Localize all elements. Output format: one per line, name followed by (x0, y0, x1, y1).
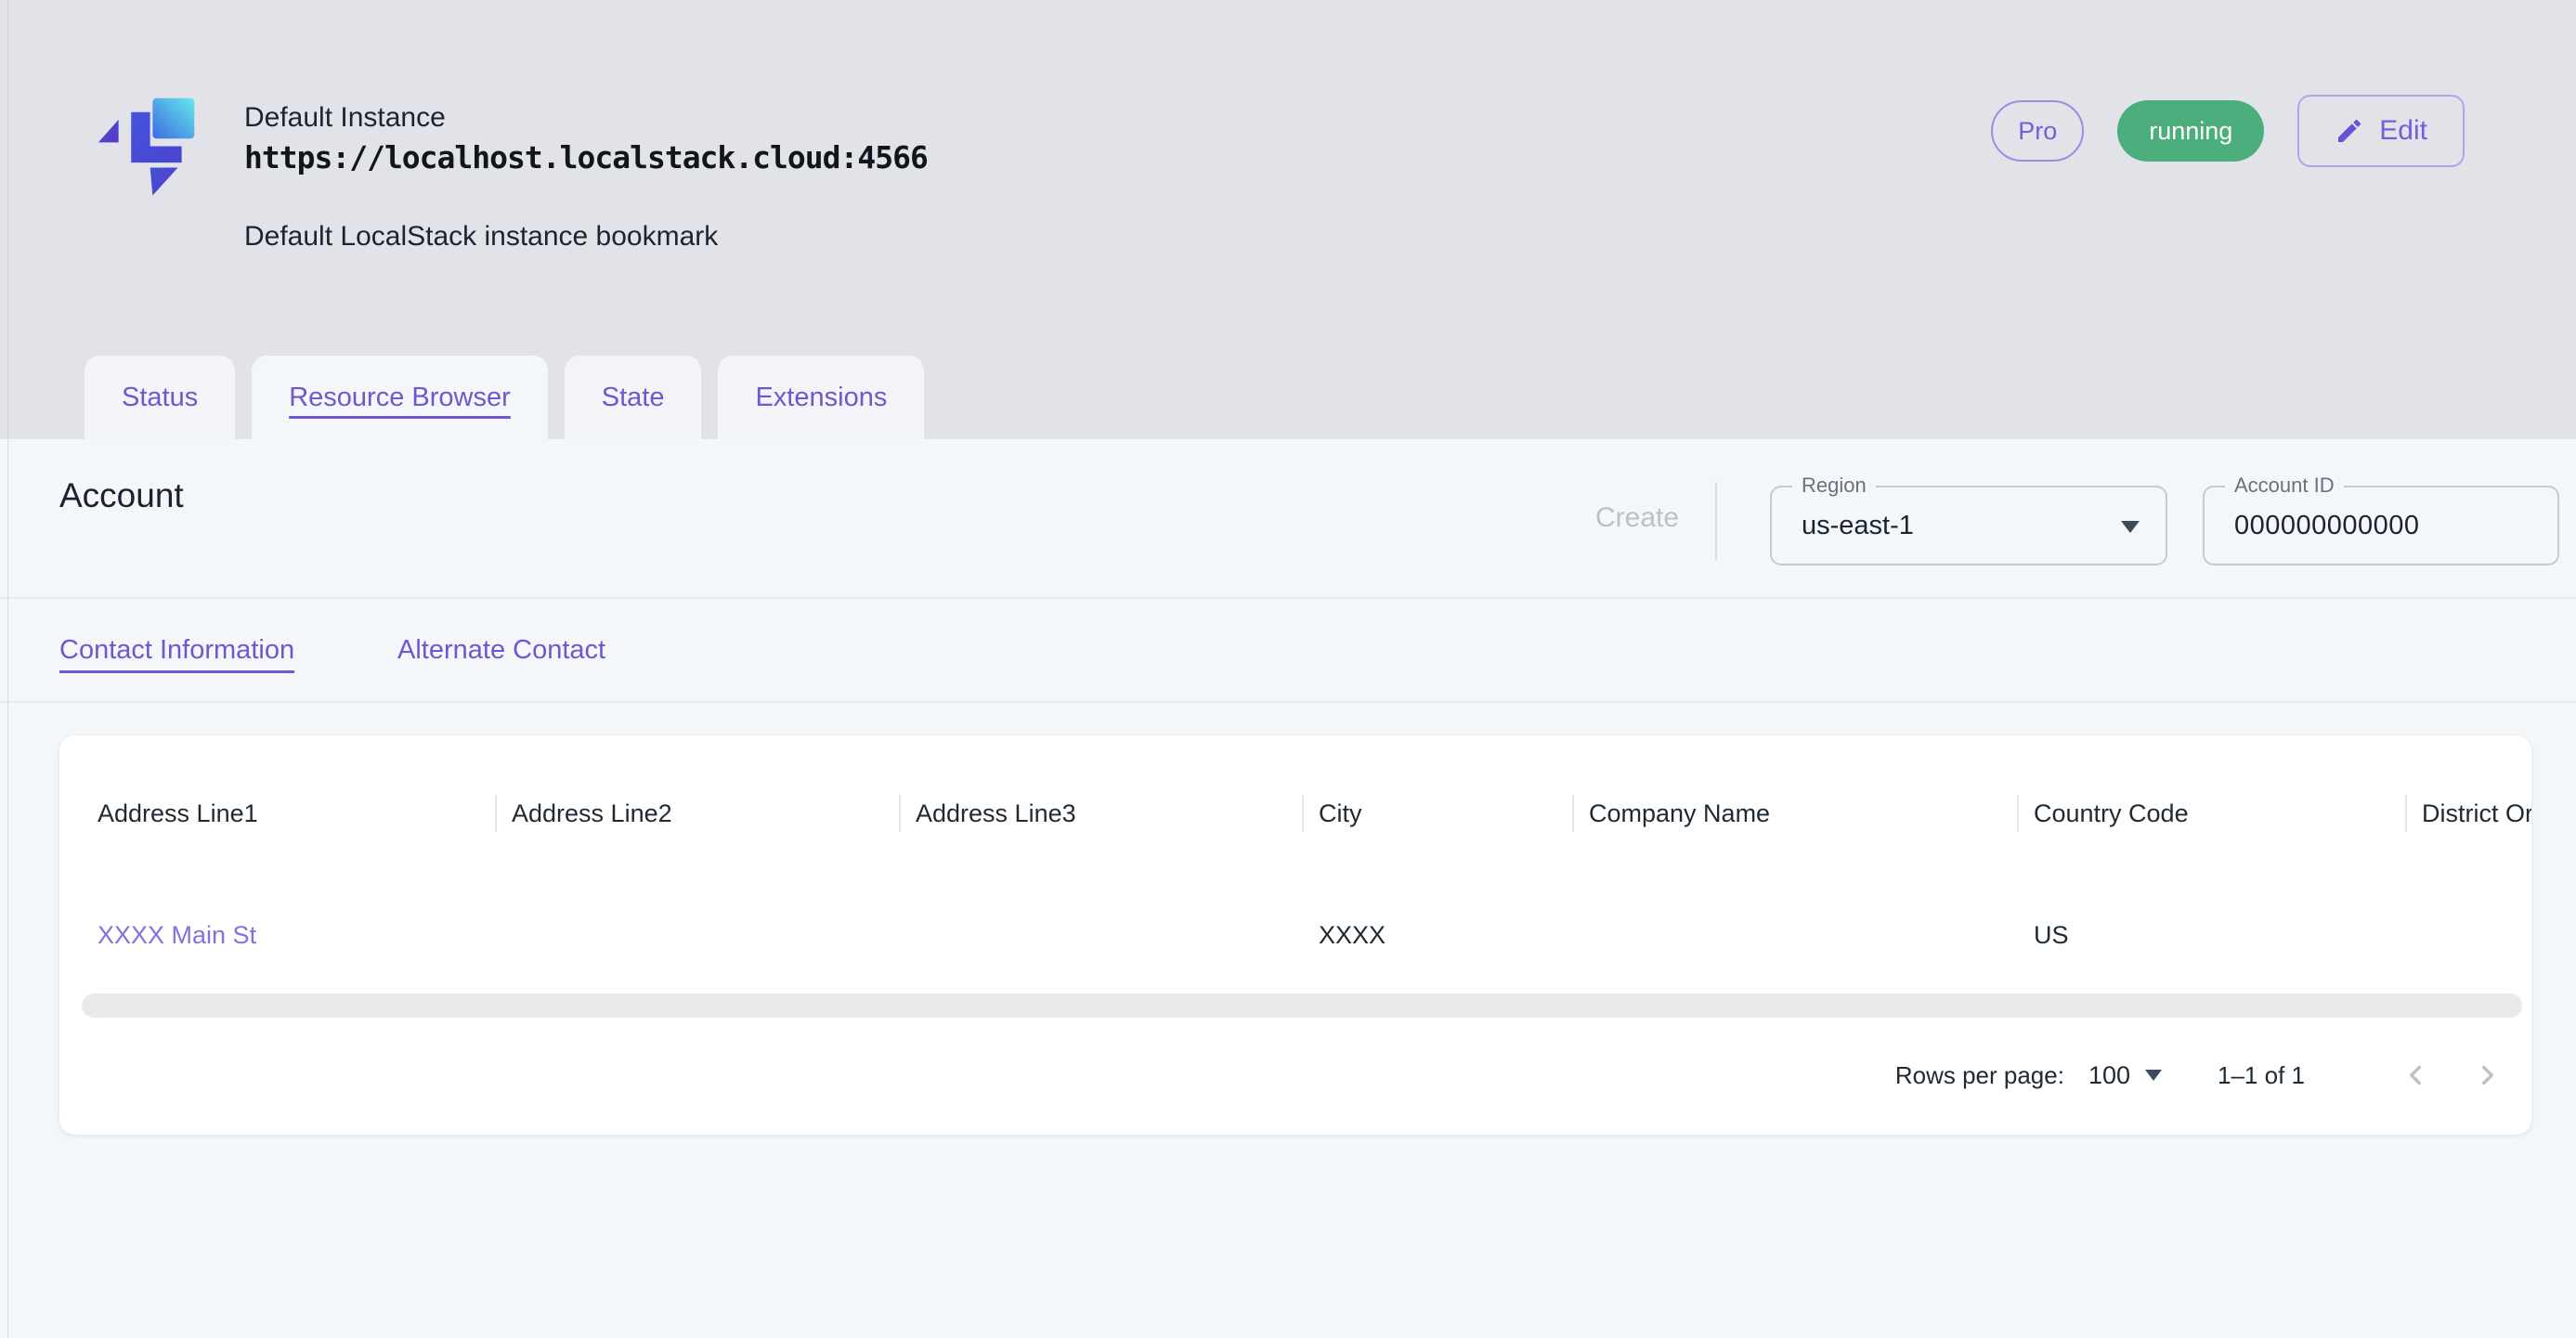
toolbar-divider (1715, 482, 1717, 560)
column-header-district: District Or (2405, 784, 2531, 843)
contact-information-table-card: Address Line1 Address Line2 Address Line… (59, 735, 2531, 1135)
subtab-contact-information[interactable]: Contact Information (59, 599, 294, 701)
subtab-alternate-contact[interactable]: Alternate Contact (397, 599, 605, 701)
create-button[interactable]: Create (1590, 486, 1685, 551)
account-id-value: 000000000000 (2234, 487, 2420, 564)
cell-address-line3 (899, 904, 1302, 966)
window-gutter-line (7, 0, 8, 1338)
next-page-button[interactable] (2472, 1059, 2504, 1091)
rows-per-page-value: 100 (2088, 1061, 2130, 1090)
previous-page-button[interactable] (2400, 1059, 2431, 1091)
column-header-address-line3: Address Line3 (899, 784, 1302, 843)
instance-tab-bar: Status Resource Browser State Extensions (85, 356, 924, 439)
tab-status[interactable]: Status (85, 356, 235, 439)
pro-badge: Pro (1991, 100, 2084, 162)
cell-country-code: US (2017, 904, 2405, 966)
pagination: Rows per page: 100 1–1 of 1 (1895, 1046, 2504, 1105)
cell-company-name (1572, 904, 2017, 966)
account-subtabs: Contact Information Alternate Contact (0, 599, 2576, 703)
status-badge: running (2117, 100, 2264, 162)
rows-per-page-label: Rows per page: (1895, 1061, 2064, 1090)
account-id-field[interactable]: Account ID 000000000000 (2203, 486, 2559, 565)
column-header-city: City (1302, 784, 1572, 843)
instance-url: https://localhost.localstack.cloud:4566 (244, 139, 928, 175)
chevron-right-icon (2472, 1059, 2504, 1091)
header-actions: Pro running Edit (1991, 95, 2465, 167)
rows-per-page-select[interactable]: 100 (2088, 1061, 2162, 1090)
chevron-down-icon (2121, 521, 2140, 533)
instance-header: Default Instance https://localhost.local… (0, 0, 2576, 439)
cell-address-line2 (495, 904, 899, 966)
cell-city: XXXX (1302, 904, 1572, 966)
cell-district (2405, 904, 2531, 966)
chevron-down-icon (2145, 1070, 2162, 1081)
region-value: us-east-1 (1802, 487, 1914, 564)
localstack-logo-icon (88, 78, 215, 204)
tab-resource-browser[interactable]: Resource Browser (252, 356, 548, 439)
table-header-row: Address Line1 Address Line2 Address Line… (59, 784, 2531, 843)
pencil-icon (2335, 116, 2364, 146)
resource-browser-panel: Account Create Region us-east-1 Account … (0, 439, 2576, 1338)
resource-toolbar: Account Create Region us-east-1 Account … (0, 439, 2576, 599)
instance-description: Default LocalStack instance bookmark (244, 221, 718, 253)
chevron-left-icon (2400, 1059, 2431, 1091)
column-header-address-line1: Address Line1 (59, 784, 495, 843)
column-header-country-code: Country Code (2017, 784, 2405, 843)
horizontal-scrollbar[interactable] (82, 994, 2522, 1018)
column-header-address-line2: Address Line2 (495, 784, 899, 843)
table-row: XXXX Main St XXXX US (59, 904, 2531, 966)
tab-extensions[interactable]: Extensions (718, 356, 924, 439)
address-line1-link[interactable]: XXXX Main St (98, 921, 256, 950)
instance-name: Default Instance (244, 102, 446, 134)
localstack-instance-page: Default Instance https://localhost.local… (0, 0, 2576, 1338)
region-select[interactable]: Region us-east-1 (1770, 486, 2167, 565)
pagination-range: 1–1 of 1 (2218, 1061, 2305, 1090)
tab-state[interactable]: State (565, 356, 702, 439)
edit-button-label: Edit (2379, 115, 2427, 147)
column-header-company-name: Company Name (1572, 784, 2017, 843)
page-title: Account (59, 476, 184, 515)
edit-button[interactable]: Edit (2297, 95, 2465, 167)
